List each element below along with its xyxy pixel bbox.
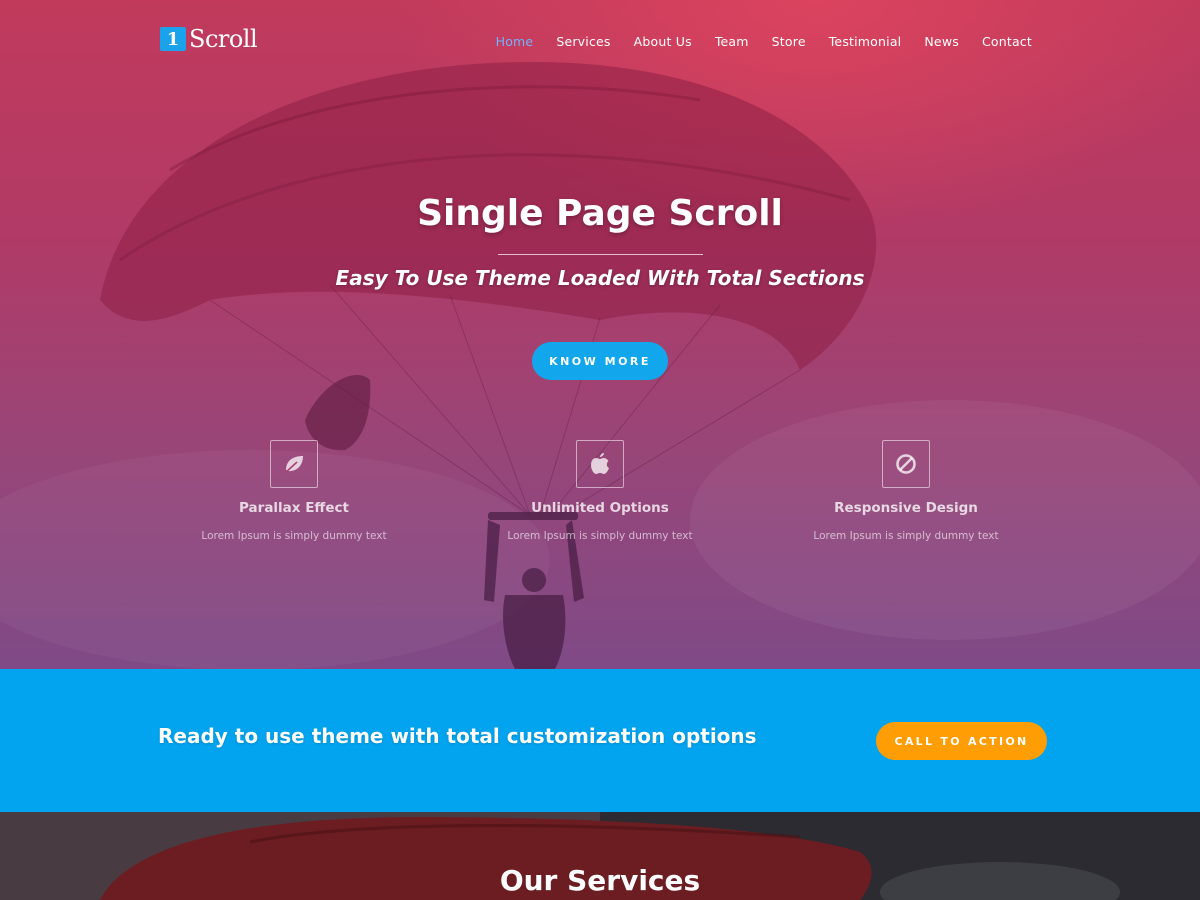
ban-icon [882,440,930,488]
nav-services[interactable]: Services [556,34,610,49]
feature-title: Unlimited Options [531,500,669,516]
logo-badge: 1 [160,27,186,51]
hero-section: 1 Scroll Home Services About Us Team Sto… [0,0,1200,669]
know-more-button[interactable]: KNOW MORE [532,342,668,380]
services-title: Our Services [499,864,701,897]
cta-text: Ready to use theme with total customizat… [158,724,757,748]
leaf-icon [270,440,318,488]
feature-parallax-effect: Parallax Effect Lorem Ipsum is simply du… [174,440,414,542]
feature-responsive-design: Responsive Design Lorem Ipsum is simply … [786,440,1026,542]
nav-store[interactable]: Store [772,34,806,49]
feature-title: Responsive Design [834,500,978,516]
feature-unlimited-options: Unlimited Options Lorem Ipsum is simply … [480,440,720,542]
logo-text: Scroll [189,25,258,53]
feature-title: Parallax Effect [239,500,349,516]
call-to-action-button[interactable]: CALL TO ACTION [876,722,1047,760]
apple-icon [576,440,624,488]
services-section: Our Services [0,812,1200,900]
feature-text: Lorem Ipsum is simply dummy text [813,530,999,542]
feature-text: Lorem Ipsum is simply dummy text [201,530,387,542]
hero-divider [498,254,703,255]
nav-about-us[interactable]: About Us [634,34,692,49]
nav-testimonial[interactable]: Testimonial [829,34,902,49]
main-nav: Home Services About Us Team Store Testim… [473,34,1032,49]
nav-contact[interactable]: Contact [982,34,1032,49]
feature-text: Lorem Ipsum is simply dummy text [507,530,693,542]
site-header: 1 Scroll Home Services About Us Team Sto… [0,0,1200,85]
site-logo[interactable]: 1 Scroll [160,25,258,53]
nav-home[interactable]: Home [496,34,534,49]
hero-subtitle: Easy To Use Theme Loaded With Total Sect… [335,266,865,290]
hero-background-image [0,0,1200,669]
nav-team[interactable]: Team [715,34,749,49]
nav-news[interactable]: News [924,34,959,49]
hero-title: Single Page Scroll [417,193,783,234]
call-to-action-band: Ready to use theme with total customizat… [0,669,1200,812]
